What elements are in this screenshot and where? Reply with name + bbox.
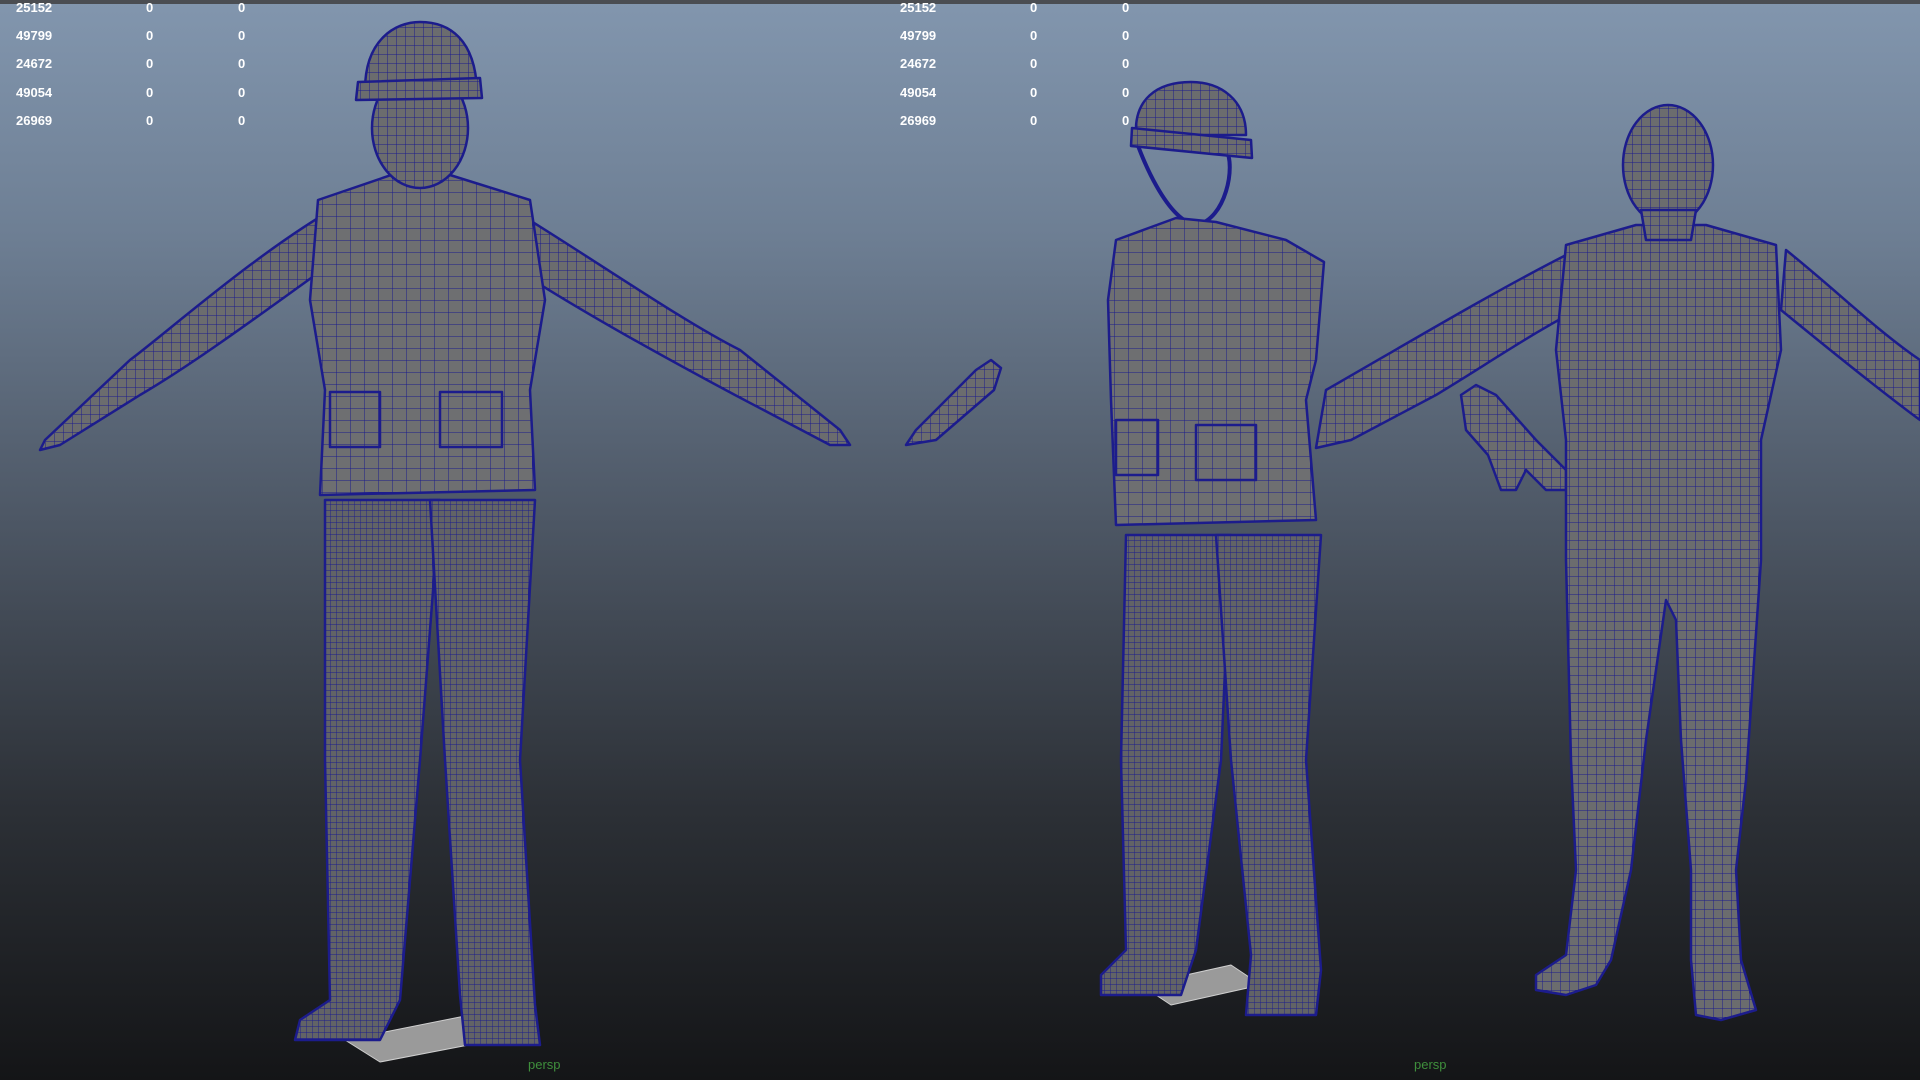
pants-mesh (1099, 533, 1233, 997)
viewport-right[interactable]: 25152 0 0 49799 0 0 24672 0 0 49054 0 0 26969 0 0 (876, 0, 1920, 1080)
helmet-mesh (1134, 80, 1248, 137)
camera-label: persp (1414, 1057, 1447, 1072)
camera-label: persp (528, 1057, 561, 1072)
base-body-mesh (1534, 223, 1783, 1022)
viewport-left[interactable]: 25152 0 0 49799 0 0 24672 0 0 49054 0 0 26969 0 0 (0, 0, 876, 1080)
worker-parts-wireframe[interactable] (876, 0, 1920, 1080)
base-head-mesh (1621, 103, 1715, 227)
glove-mesh-right (1459, 383, 1568, 492)
glove-mesh (904, 358, 1003, 447)
worker-model-wireframe[interactable] (0, 0, 876, 1080)
